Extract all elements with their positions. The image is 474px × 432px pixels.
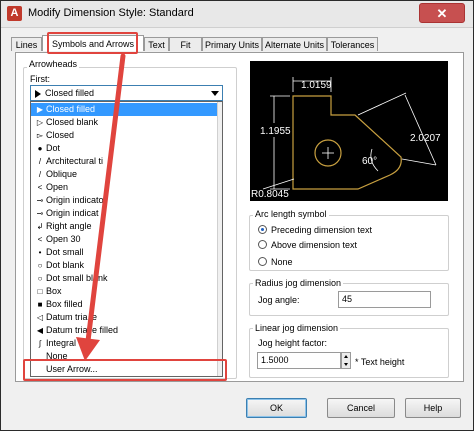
annotation-arrow-icon <box>76 53 126 361</box>
dialog-window: A Modify Dimension Style: Standard ✕ Lin… <box>0 0 474 431</box>
